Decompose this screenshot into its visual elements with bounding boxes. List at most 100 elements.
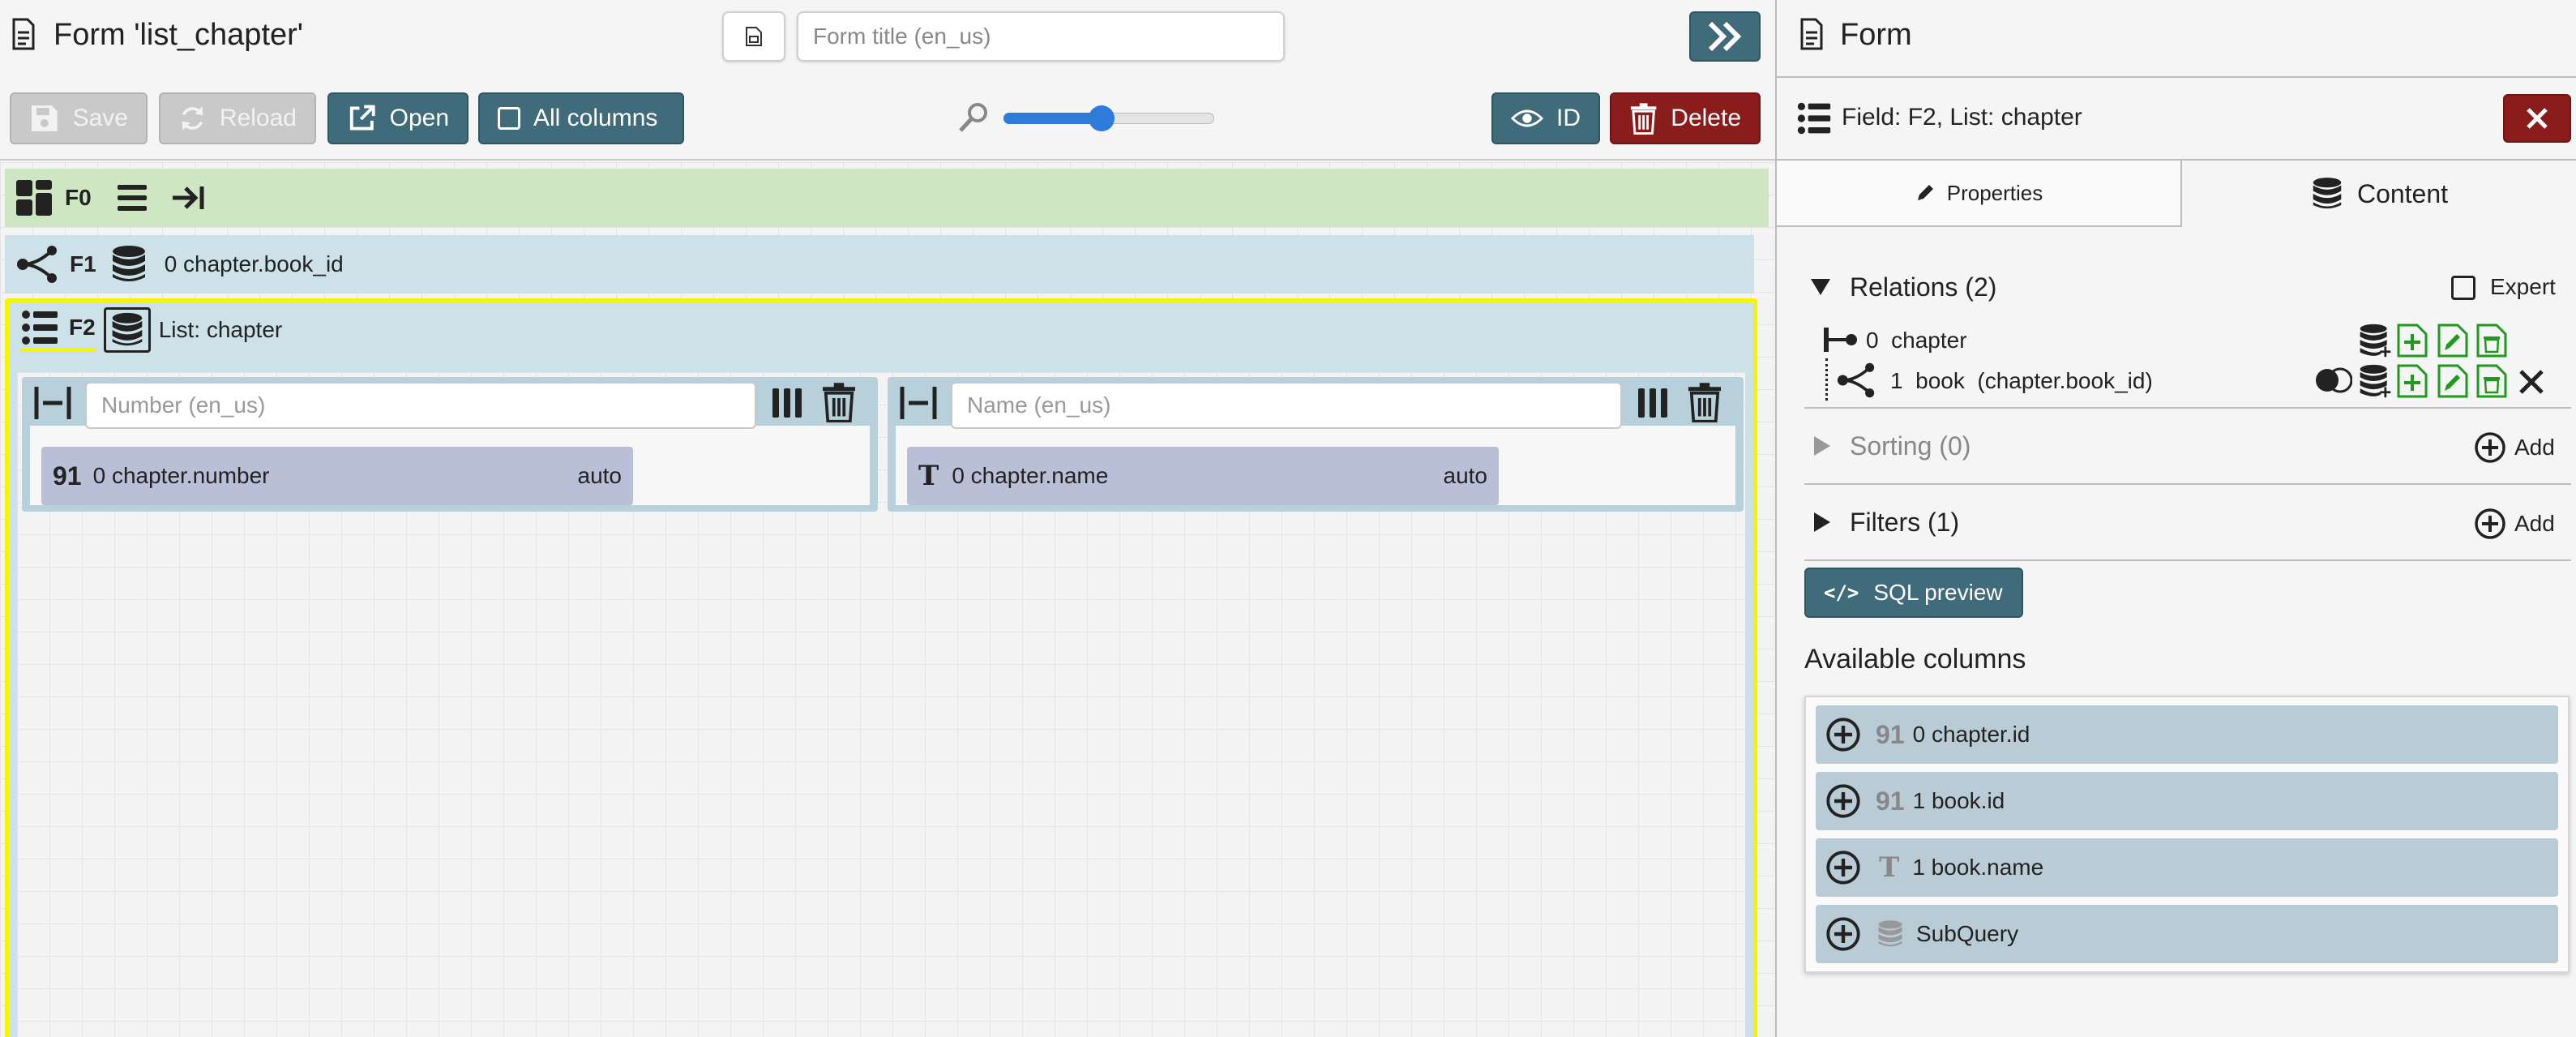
add-circle-icon[interactable]	[1825, 783, 1861, 819]
f2-database-button[interactable]	[103, 307, 151, 353]
add-circle-icon[interactable]	[1825, 717, 1861, 752]
zoom-slider[interactable]	[1003, 101, 1214, 136]
delete-button[interactable]: Delete	[1610, 92, 1761, 144]
close-field-button[interactable]	[2503, 94, 2571, 143]
reload-button[interactable]: Reload	[159, 92, 316, 144]
file-add-icon[interactable]	[2396, 323, 2428, 358]
trash-icon[interactable]	[1685, 382, 1724, 422]
form-title-file-button[interactable]	[722, 11, 785, 62]
column-title-input[interactable]: Number (en_us)	[85, 382, 756, 429]
text-type-icon: T	[1879, 851, 1900, 884]
relation-root-icon	[1824, 328, 1857, 352]
properties-panel: Form Field: F2, List: chapter Properties…	[1775, 0, 2576, 1037]
number-type-icon: 91	[1876, 719, 1905, 749]
f1-tag: F1	[70, 251, 96, 276]
database-add-icon[interactable]	[2357, 363, 2393, 399]
sorting-add-button[interactable]: Add	[2514, 435, 2555, 461]
caret-down-icon[interactable]	[1809, 277, 1832, 297]
file-add-icon[interactable]	[2396, 363, 2428, 399]
available-column-item[interactable]: 91 1 book.id	[1816, 772, 2558, 830]
all-columns-button[interactable]: All columns	[478, 92, 684, 144]
id-label: ID	[1556, 105, 1581, 131]
relation-item-chapter[interactable]: 0 chapter	[1866, 328, 1967, 354]
available-column-item[interactable]: T 1 book.name	[1816, 838, 2558, 897]
open-label: Open	[389, 105, 449, 131]
id-toggle-button[interactable]: ID	[1491, 92, 1600, 144]
relations-header[interactable]: Relations (2)	[1850, 272, 1996, 302]
sorting-header[interactable]: Sorting (0)	[1850, 431, 1971, 461]
number-type-icon: 91	[1876, 786, 1905, 816]
save-label: Save	[72, 105, 128, 131]
page-title: Form 'list_chapter'	[53, 18, 304, 52]
add-circle-icon[interactable]	[1825, 916, 1861, 952]
column-width-icon[interactable]	[33, 384, 72, 422]
file-icon	[746, 27, 762, 46]
filters-add-button[interactable]: Add	[2514, 511, 2555, 537]
f2-list-field[interactable]: F2 List: chapter Number (en_us) 91 0 cha…	[5, 298, 1757, 1037]
list-icon	[22, 311, 58, 345]
available-column-item[interactable]: 91 0 chapter.id	[1816, 705, 2558, 764]
list-column-number[interactable]: Number (en_us) 91 0 chapter.number auto	[22, 377, 878, 512]
checkbox-icon	[498, 107, 520, 130]
column-field-item[interactable]: T 0 chapter.name auto	[907, 447, 1499, 505]
form-canvas: F0 F1 0 chapter.book_id F2 List: chapter…	[0, 162, 1775, 1037]
f0-field[interactable]: F0	[5, 169, 1769, 227]
columns-icon[interactable]	[1635, 385, 1671, 421]
add-circle-icon[interactable]	[1825, 850, 1861, 885]
remove-relation-icon[interactable]	[2518, 368, 2545, 396]
panel-title: Form	[1840, 18, 1912, 52]
tab-content[interactable]: Content	[2182, 161, 2576, 227]
available-column-label: 1 book.id	[1912, 788, 2005, 813]
available-column-label: 1 book.name	[1912, 855, 2044, 880]
column-field-item[interactable]: 91 0 chapter.number auto	[41, 447, 633, 505]
column-width-icon[interactable]	[899, 384, 938, 422]
file-edit-icon[interactable]	[2437, 363, 2469, 399]
reload-label: Reload	[219, 105, 297, 131]
f1-field[interactable]: F1 0 chapter.book_id	[5, 235, 1754, 294]
tab-properties-label: Properties	[1946, 180, 2043, 205]
database-add-icon[interactable]	[2357, 323, 2393, 358]
database-icon	[2313, 178, 2342, 209]
form-title-input[interactable]: Form title (en_us)	[797, 11, 1285, 62]
arrow-to-right-icon[interactable]	[169, 182, 207, 214]
trash-icon	[1630, 103, 1657, 135]
column-width-value: auto	[577, 463, 623, 488]
field-title: Field: F2, List: chapter	[1842, 104, 2082, 131]
tab-properties[interactable]: Properties	[1777, 161, 2182, 227]
expert-checkbox[interactable]	[2451, 276, 2475, 300]
file-delete-icon[interactable]	[2475, 323, 2508, 358]
available-column-item[interactable]: SubQuery	[1816, 905, 2558, 963]
form-editor-header: Form 'list_chapter' Form title (en_us) S…	[0, 0, 1775, 161]
delete-label: Delete	[1671, 105, 1741, 131]
relation-item-book[interactable]: 1 book (chapter.book_id)	[1890, 368, 2153, 394]
list-column-name[interactable]: Name (en_us) T 0 chapter.name auto	[888, 377, 1744, 512]
document-icon	[1799, 18, 1824, 50]
caret-right-icon[interactable]	[1812, 511, 1832, 533]
file-delete-icon[interactable]	[2475, 363, 2508, 399]
file-edit-icon[interactable]	[2437, 323, 2469, 358]
add-circle-icon[interactable]	[2474, 508, 2506, 540]
external-link-icon	[349, 105, 375, 131]
sql-preview-button[interactable]: </> SQL preview	[1804, 568, 2023, 618]
document-icon	[11, 18, 36, 50]
toggle-panel-button[interactable]	[1689, 11, 1761, 62]
caret-right-icon[interactable]	[1812, 435, 1832, 457]
save-button[interactable]: Save	[10, 92, 148, 144]
join-type-icon[interactable]	[2315, 365, 2352, 396]
trash-icon[interactable]	[819, 382, 858, 422]
column-width-value: auto	[1443, 463, 1488, 488]
f2-label: List: chapter	[158, 317, 283, 342]
columns-icon[interactable]	[769, 385, 805, 421]
filters-header[interactable]: Filters (1)	[1850, 508, 1959, 538]
relation-branch-icon	[17, 246, 57, 283]
floppy-icon	[31, 105, 58, 131]
add-circle-icon[interactable]	[2474, 431, 2506, 464]
hamburger-icon[interactable]	[114, 182, 150, 214]
pencil-icon	[1917, 185, 1933, 200]
zoom-slider-thumb[interactable]	[1089, 105, 1115, 131]
column-field-label: 0 chapter.number	[92, 463, 270, 488]
column-field-label: 0 chapter.name	[952, 463, 1109, 488]
open-button[interactable]: Open	[327, 92, 469, 144]
column-title-input[interactable]: Name (en_us)	[951, 382, 1622, 429]
list-icon	[1797, 102, 1831, 135]
